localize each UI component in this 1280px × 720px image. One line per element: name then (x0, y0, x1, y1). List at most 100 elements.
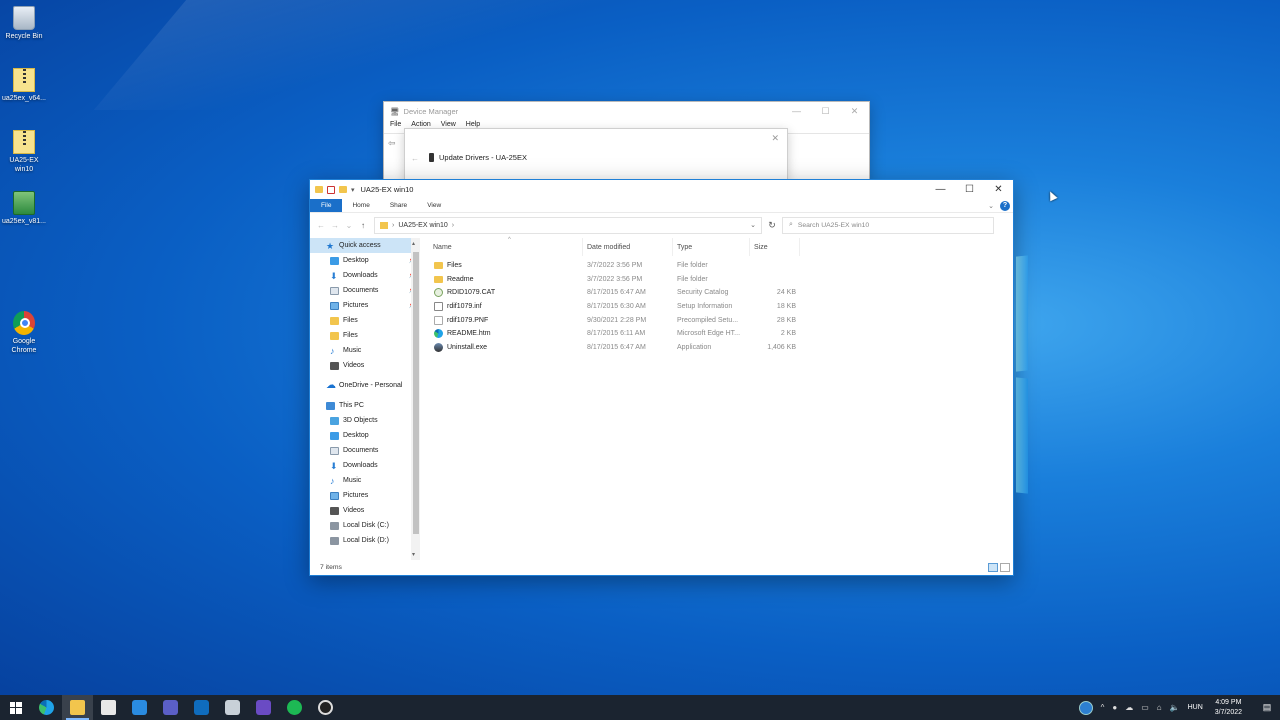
nav-onedrive[interactable]: ☁ OneDrive - Personal (310, 378, 420, 393)
desktop-icon-recycle-bin[interactable]: Recycle Bin (0, 6, 48, 41)
nav-item-videos[interactable]: Videos (310, 503, 420, 518)
taskbar-spotify[interactable] (279, 695, 310, 720)
back-arrow-icon[interactable]: ⇦ (388, 138, 396, 149)
forward-arrow-icon[interactable]: → (328, 221, 342, 230)
details-view-icon[interactable] (988, 563, 998, 572)
taskbar-mail[interactable] (124, 695, 155, 720)
nav-item-desktop[interactable]: Desktop 📌 (310, 253, 420, 268)
cloud-tray-icon[interactable]: ☁ (1125, 703, 1133, 712)
dialog-close-button[interactable]: ✕ (771, 133, 779, 144)
nav-item-documents[interactable]: Documents (310, 443, 420, 458)
device-manager-title: Device Manager (403, 107, 459, 116)
start-button[interactable] (0, 695, 31, 720)
recent-locations-icon[interactable]: ⌄ (342, 221, 356, 230)
nav-item-pictures[interactable]: Pictures 📌 (310, 298, 420, 313)
taskbar-store[interactable] (93, 695, 124, 720)
new-folder-icon[interactable] (339, 186, 347, 193)
nav-item-files[interactable]: Files (310, 313, 420, 328)
nav-item-3d-objects[interactable]: 3D Objects (310, 413, 420, 428)
nav-label: Documents (343, 287, 379, 294)
desktop-icon-google-chrome[interactable]: Google Chrome (0, 311, 48, 355)
column-size[interactable]: Size (750, 238, 800, 256)
breadcrumb-segment[interactable]: UA25-EX win10 (398, 222, 447, 229)
minimize-button[interactable]: — (782, 106, 811, 117)
scroll-down-icon[interactable]: ▾ (412, 551, 415, 558)
input-language[interactable]: HUN (1188, 704, 1203, 711)
expand-ribbon-icon[interactable]: ⌄ (988, 202, 994, 210)
file-row[interactable]: Files 3/7/2022 3:56 PM File folder (420, 259, 1013, 273)
nav-item-downloads[interactable]: ⬇ Downloads 📌 (310, 268, 420, 283)
nav-item-videos[interactable]: Videos (310, 358, 420, 373)
maximize-button[interactable]: ☐ (955, 184, 984, 195)
taskbar-edge[interactable] (31, 695, 62, 720)
volume-icon[interactable]: 🔈 (1170, 703, 1180, 712)
minimize-button[interactable]: — (926, 184, 955, 195)
nav-this-pc[interactable]: This PC (310, 398, 420, 413)
desktop-icon-label: ua25ex_v64... (2, 95, 46, 102)
large-icons-view-icon[interactable] (1000, 563, 1010, 572)
close-button[interactable]: ✕ (984, 184, 1013, 195)
nav-item-music[interactable]: ♪ Music (310, 473, 420, 488)
address-bar[interactable]: › UA25-EX win10 › ⌄ (374, 216, 762, 234)
refresh-icon[interactable]: ↻ (762, 220, 782, 231)
network-icon[interactable]: ⌂ (1157, 703, 1162, 712)
nav-item-documents[interactable]: Documents 📌 (310, 283, 420, 298)
file-row[interactable]: rdif1079.inf 8/17/2015 6:30 AM Setup Inf… (420, 300, 1013, 314)
dialog-back-arrow-icon[interactable]: ← (411, 154, 419, 163)
up-arrow-icon[interactable]: ↑ (356, 221, 370, 230)
tab-view[interactable]: View (417, 199, 451, 212)
nav-item-local-disk-d[interactable]: Local Disk (D:) (310, 533, 420, 548)
file-row[interactable]: RDID1079.CAT 8/17/2015 6:47 AM Security … (420, 286, 1013, 300)
battery-icon[interactable]: ▭ (1141, 703, 1149, 712)
scrollbar-thumb[interactable] (413, 252, 419, 534)
tab-file[interactable]: File (310, 199, 343, 212)
nav-item-pictures[interactable]: Pictures (310, 488, 420, 503)
nav-item-music[interactable]: ♪ Music (310, 343, 420, 358)
network-globe-icon[interactable] (1078, 700, 1093, 715)
tab-home[interactable]: Home (342, 199, 379, 212)
file-row[interactable]: README.htm 8/17/2015 6:11 AM Microsoft E… (420, 327, 1013, 341)
menu-file[interactable]: File (390, 121, 401, 133)
column-type[interactable]: Type (673, 238, 750, 256)
taskbar-teams[interactable] (155, 695, 186, 720)
taskbar-outlook[interactable] (186, 695, 217, 720)
nav-item-downloads[interactable]: ⬇ Downloads (310, 458, 420, 473)
scroll-up-icon[interactable]: ▴ (412, 240, 415, 247)
close-button[interactable]: ✕ (840, 106, 869, 117)
update-drivers-dialog[interactable]: ✕ ← Update Drivers - UA-25EX (404, 128, 788, 180)
file-row[interactable]: rdif1079.PNF 9/30/2021 2:28 PM Precompil… (420, 313, 1013, 327)
device-manager-titlebar[interactable]: 🖥 Device Manager — ☐ ✕ (384, 102, 869, 121)
column-name[interactable]: Name (420, 238, 583, 256)
explorer-titlebar[interactable]: ▾ UA25-EX win10 — ☐ ✕ (310, 180, 1013, 199)
nav-label: Desktop (343, 432, 369, 439)
file-row[interactable]: Readme 3/7/2022 3:56 PM File folder (420, 273, 1013, 287)
column-date-modified[interactable]: Date modified (583, 238, 673, 256)
properties-icon[interactable] (327, 185, 335, 194)
app-tray-icon[interactable]: ● (1112, 703, 1117, 712)
notification-center-icon[interactable]: ▤ (1254, 695, 1280, 720)
file-row[interactable]: Uninstall.exe 8/17/2015 6:47 AM Applicat… (420, 341, 1013, 355)
taskbar-device-manager[interactable] (217, 695, 248, 720)
desktop-icon-ua25ex-v81[interactable]: ua25ex_v81... (0, 191, 48, 226)
maximize-button[interactable]: ☐ (811, 106, 840, 117)
search-input[interactable]: ⌕ Search UA25-EX win10 (782, 216, 994, 234)
desktop-icon-ua25ex-win10[interactable]: UA25-EX win10 (0, 130, 48, 174)
taskbar-file-explorer[interactable] (62, 695, 93, 720)
back-arrow-icon[interactable]: ← (314, 221, 328, 230)
taskbar-obs[interactable] (310, 695, 341, 720)
nav-item-desktop[interactable]: Desktop (310, 428, 420, 443)
nav-item-local-disk-c[interactable]: Local Disk (C:) (310, 518, 420, 533)
nav-scrollbar[interactable]: ▴ ▾ (411, 238, 420, 560)
customize-qat-icon[interactable]: ▾ (351, 186, 355, 194)
file-type: Microsoft Edge HT... (677, 330, 741, 338)
help-icon[interactable]: ? (1000, 200, 1010, 211)
tab-share[interactable]: Share (380, 199, 417, 212)
clock[interactable]: 4:09 PM 3/7/2022 (1211, 698, 1246, 718)
nav-item-files[interactable]: Files (310, 328, 420, 343)
file-explorer-window[interactable]: ▾ UA25-EX win10 — ☐ ✕ File Home Share Vi… (309, 179, 1014, 576)
desktop-icon-ua25ex-v64[interactable]: ua25ex_v64... (0, 68, 48, 103)
show-hidden-icons-icon[interactable]: ^ (1101, 703, 1105, 712)
address-dropdown-icon[interactable]: ⌄ (750, 221, 756, 229)
nav-quick-access[interactable]: ★ Quick access (310, 238, 420, 253)
taskbar-teams-classic[interactable] (248, 695, 279, 720)
